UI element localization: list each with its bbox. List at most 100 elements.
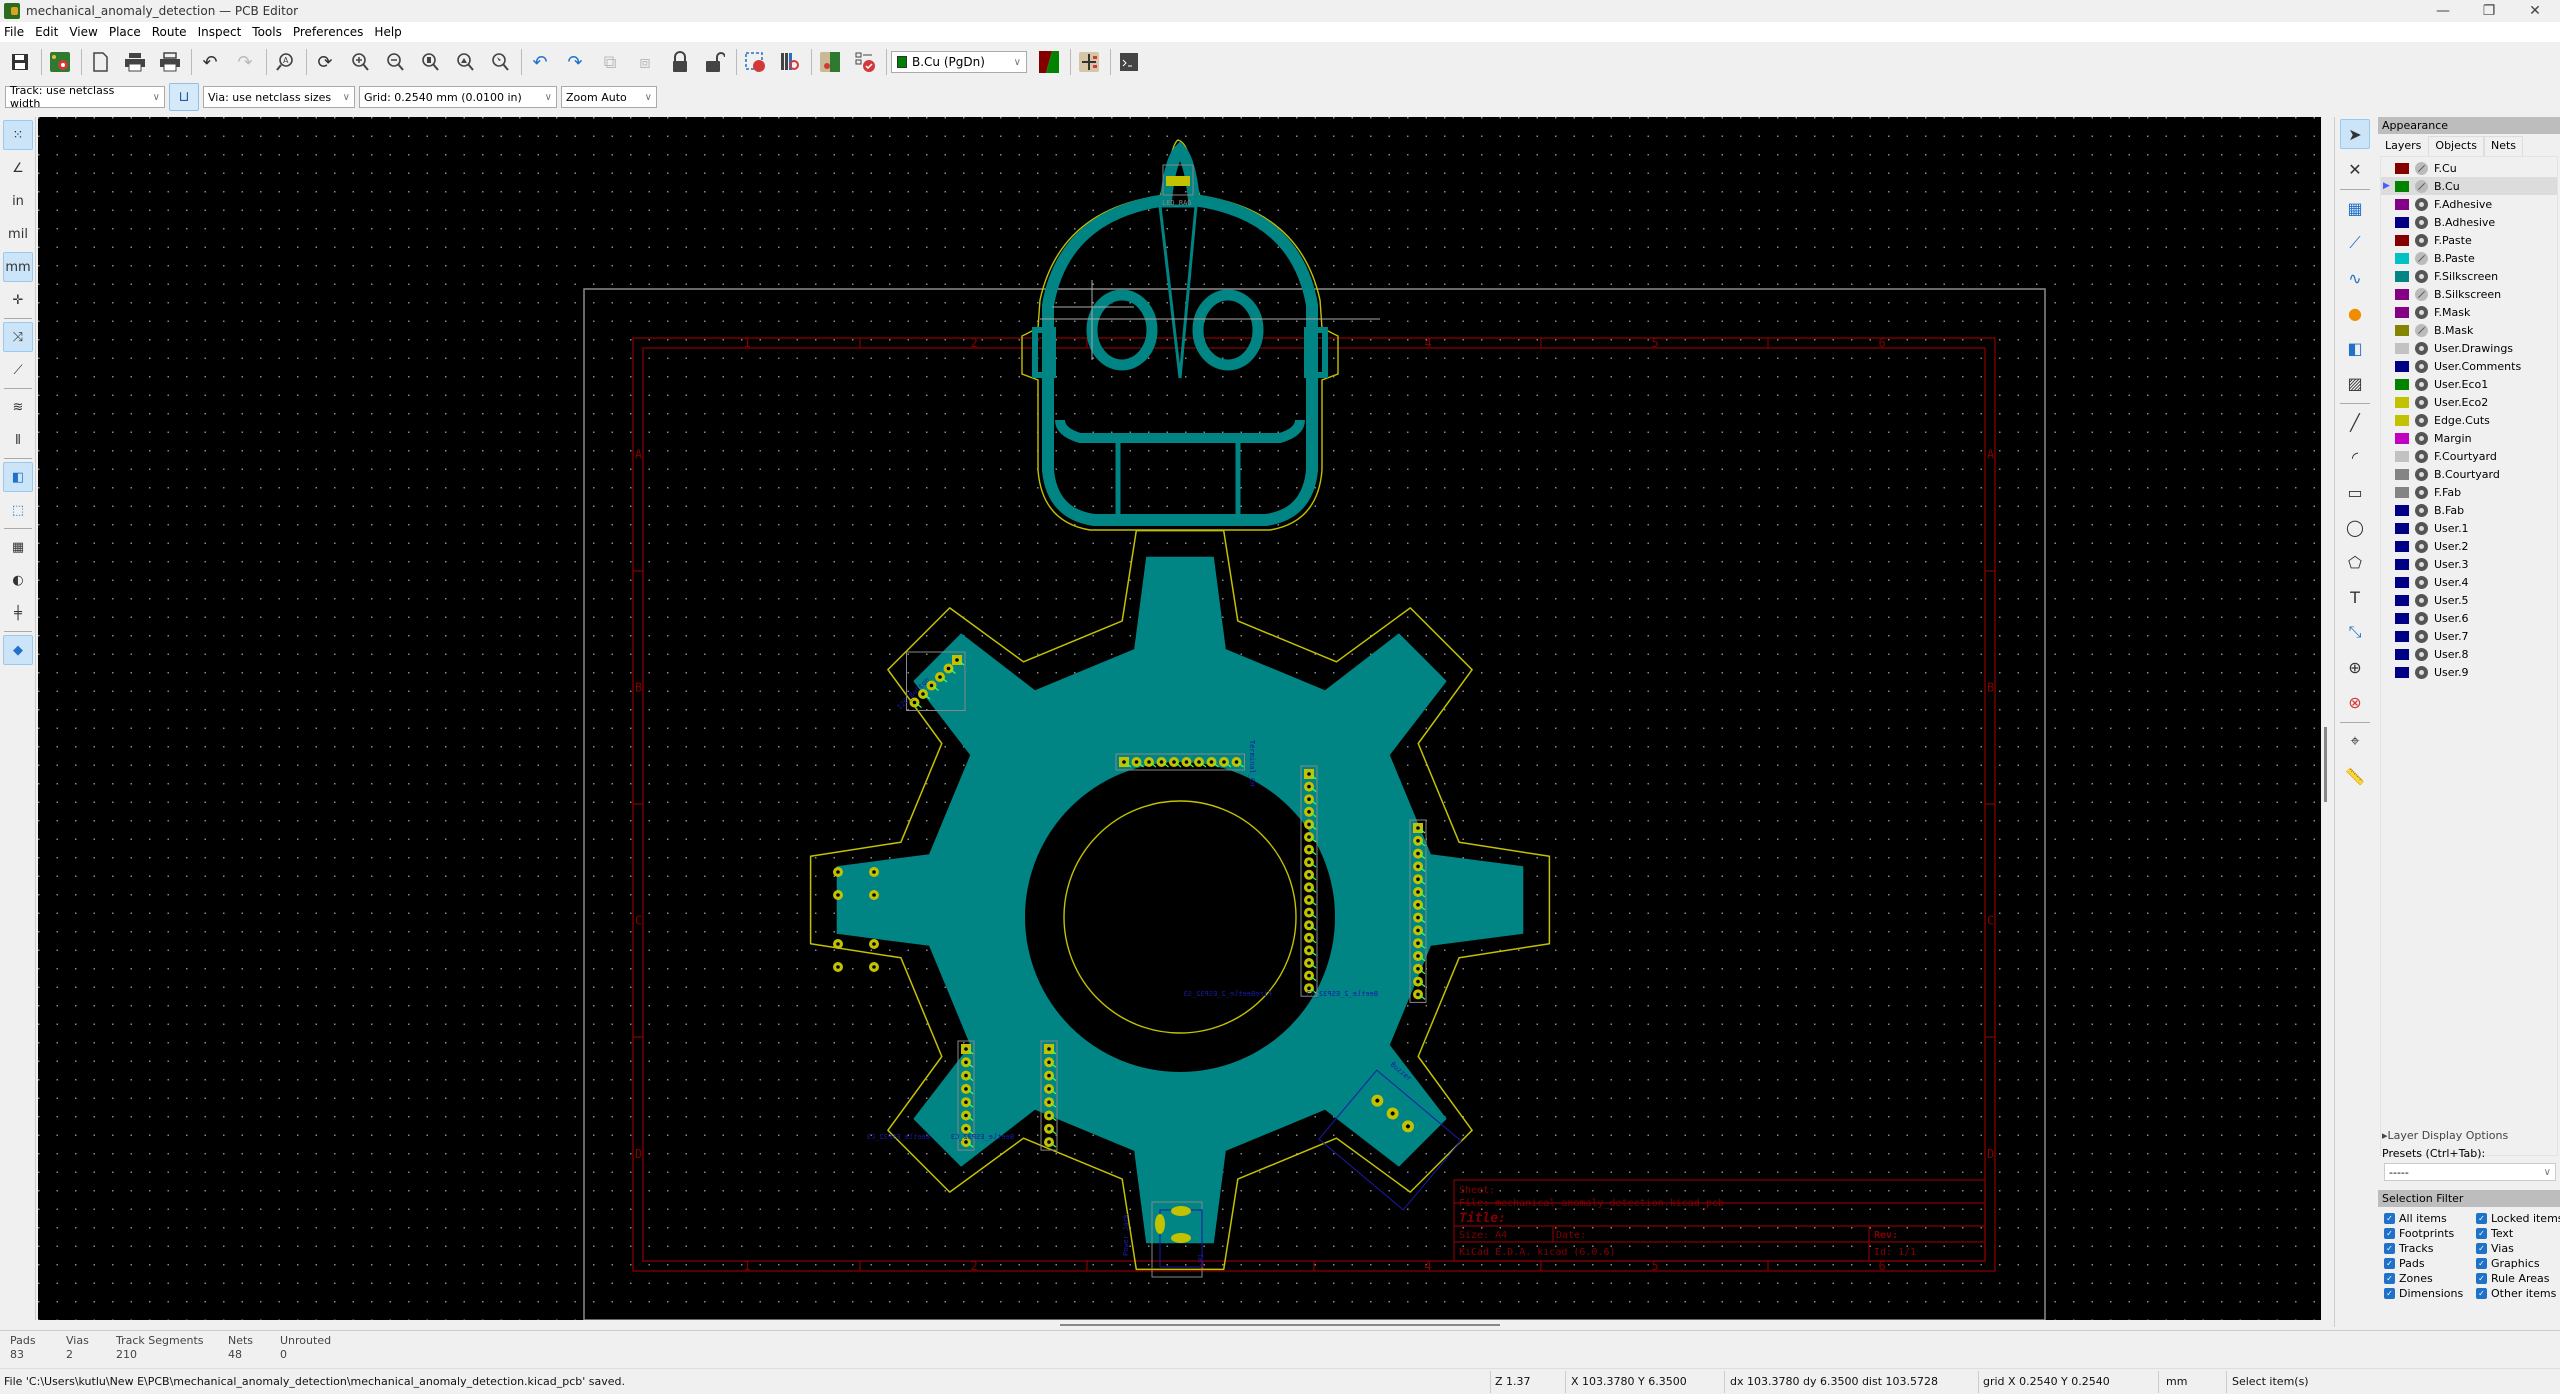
tune-length-tool[interactable]: ∿ (2340, 263, 2370, 293)
selection-filter-item[interactable]: ✓ Tracks (2384, 1241, 2476, 1256)
eye-icon[interactable] (2415, 431, 2428, 445)
layer-color-swatch[interactable] (2395, 180, 2409, 192)
layer-color-swatch[interactable] (2395, 504, 2409, 516)
group-button[interactable]: ⧉ (596, 48, 624, 76)
units-mils-toggle[interactable]: mil (3, 219, 33, 249)
eye-icon[interactable] (2415, 665, 2428, 679)
eye-icon[interactable] (2415, 539, 2428, 553)
show-tracks-toggle[interactable]: ╪ (3, 598, 33, 628)
layer-row[interactable]: F.Adhesive (2381, 195, 2557, 213)
auto-track-width-toggle[interactable]: ⊔ (169, 83, 199, 111)
high-contrast-toggle[interactable]: ≋ (3, 392, 33, 422)
layer-color-swatch[interactable] (2395, 468, 2409, 480)
place-origin-tool[interactable]: ⌖ (2340, 726, 2370, 756)
layer-row[interactable]: User.5 (2381, 591, 2557, 609)
checkbox-checked-icon[interactable]: ✓ (2476, 1228, 2487, 1239)
selection-filter-item[interactable]: ✓ Zones (2384, 1271, 2476, 1286)
layer-row[interactable]: User.Comments (2381, 357, 2557, 375)
layer-color-swatch[interactable] (2395, 432, 2409, 444)
zoom-selection-button[interactable] (486, 48, 514, 76)
board-setup-button[interactable] (46, 48, 74, 76)
eye-hidden-icon[interactable] (2415, 161, 2428, 175)
delete-tool[interactable]: ⊗ (2340, 687, 2370, 717)
draw-circle-tool[interactable]: ◯ (2340, 512, 2370, 542)
drc-button[interactable] (851, 48, 879, 76)
measure-tool[interactable]: 📏 (2340, 761, 2370, 791)
selection-filter-item[interactable]: ✓ Text (2476, 1226, 2560, 1241)
minimize-button[interactable]: — (2420, 0, 2466, 22)
menu-view[interactable]: View (69, 25, 97, 39)
eye-icon[interactable] (2415, 359, 2428, 373)
menu-file[interactable]: File (4, 25, 24, 39)
restore-button[interactable]: ❐ (2466, 0, 2512, 22)
layer-row[interactable]: User.3 (2381, 555, 2557, 573)
page-settings-button[interactable] (86, 48, 114, 76)
eye-icon[interactable] (2415, 449, 2428, 463)
eye-icon[interactable] (2415, 215, 2428, 229)
route-track-tool[interactable]: ⟋ (2340, 228, 2370, 258)
layer-row[interactable]: User.9 (2381, 663, 2557, 681)
eye-icon[interactable] (2415, 575, 2428, 589)
pcb-canvas[interactable]: 112233445566AABBCCDD Sheet: File: mechan… (38, 117, 2321, 1320)
add-rule-area-tool[interactable]: ▨ (2340, 368, 2370, 398)
layer-row[interactable]: F.Fab (2381, 483, 2557, 501)
layer-color-swatch[interactable] (2395, 360, 2409, 372)
eye-icon[interactable] (2415, 413, 2428, 427)
checkbox-checked-icon[interactable]: ✓ (2476, 1258, 2487, 1269)
footprint-browser-button[interactable] (776, 48, 804, 76)
layer-row[interactable]: B.Fab (2381, 501, 2557, 519)
layer-color-swatch[interactable] (2395, 612, 2409, 624)
polar-coords-toggle[interactable]: ∠ (3, 153, 33, 183)
layers-manager-toggle[interactable]: ◆ (3, 635, 33, 665)
eye-icon[interactable] (2415, 557, 2428, 571)
add-via-tool[interactable]: ● (2340, 298, 2370, 328)
checkbox-checked-icon[interactable]: ✓ (2384, 1273, 2395, 1284)
layer-color-swatch[interactable] (2395, 216, 2409, 228)
layer-row[interactable]: User.8 (2381, 645, 2557, 663)
draw-line-tool[interactable]: ╱ (2340, 407, 2370, 437)
layer-color-swatch[interactable] (2395, 324, 2409, 336)
layer-row[interactable]: ▶ B.Cu (2381, 177, 2557, 195)
layer-color-swatch[interactable] (2395, 162, 2409, 174)
eye-icon[interactable] (2415, 521, 2428, 535)
eye-icon[interactable] (2415, 197, 2428, 211)
draw-polygon-tool[interactable]: ⬠ (2340, 547, 2370, 577)
layer-row[interactable]: F.Mask (2381, 303, 2557, 321)
layer-color-swatch[interactable] (2395, 378, 2409, 390)
layer-color-swatch[interactable] (2395, 486, 2409, 498)
select-tool[interactable]: ➤ (2340, 119, 2370, 149)
redo-button[interactable]: ↷ (231, 48, 259, 76)
add-target-tool[interactable]: ⊕ (2340, 652, 2370, 682)
checkbox-checked-icon[interactable]: ✓ (2476, 1288, 2487, 1299)
selection-filter-item[interactable]: ✓ Dimensions (2384, 1286, 2476, 1301)
zoom-in-button[interactable] (346, 48, 374, 76)
rotate-cw-button[interactable]: ↷ (561, 48, 589, 76)
layer-color-swatch[interactable] (2395, 648, 2409, 660)
grid-select[interactable]: Grid: 0.2540 mm (0.0100 in) ∨ (359, 86, 557, 108)
layer-color-swatch[interactable] (2395, 450, 2409, 462)
zoom-select[interactable]: Zoom Auto ∨ (561, 86, 657, 108)
track-width-select[interactable]: Track: use netclass width ∨ (5, 84, 165, 110)
checkbox-checked-icon[interactable]: ✓ (2476, 1273, 2487, 1284)
layer-row[interactable]: User.Eco2 (2381, 393, 2557, 411)
layer-color-swatch[interactable] (2395, 576, 2409, 588)
grid-toggle-toggle[interactable]: ⁙ (3, 120, 33, 150)
full-crosshair-toggle[interactable]: ✛ (3, 285, 33, 315)
eye-hidden-icon[interactable] (2415, 287, 2428, 301)
layer-color-swatch[interactable] (2395, 270, 2409, 282)
layer-row[interactable]: User.Drawings (2381, 339, 2557, 357)
layer-row[interactable]: User.2 (2381, 537, 2557, 555)
print-button[interactable] (121, 48, 149, 76)
layer-row[interactable]: Margin (2381, 429, 2557, 447)
layer-color-swatch[interactable] (2395, 594, 2409, 606)
menu-tools[interactable]: Tools (252, 25, 282, 39)
schematic-button[interactable] (1075, 48, 1103, 76)
find-button[interactable]: A (271, 48, 299, 76)
selection-filter-item[interactable]: ✓ Rule Areas (2476, 1271, 2560, 1286)
layer-color-swatch[interactable] (2395, 666, 2409, 678)
layer-color-swatch[interactable] (2395, 540, 2409, 552)
layer-row[interactable]: User.7 (2381, 627, 2557, 645)
checkbox-checked-icon[interactable]: ✓ (2476, 1243, 2487, 1254)
net-inspector-toggle[interactable]: ⫴ (3, 425, 33, 455)
eye-icon[interactable] (2415, 377, 2428, 391)
